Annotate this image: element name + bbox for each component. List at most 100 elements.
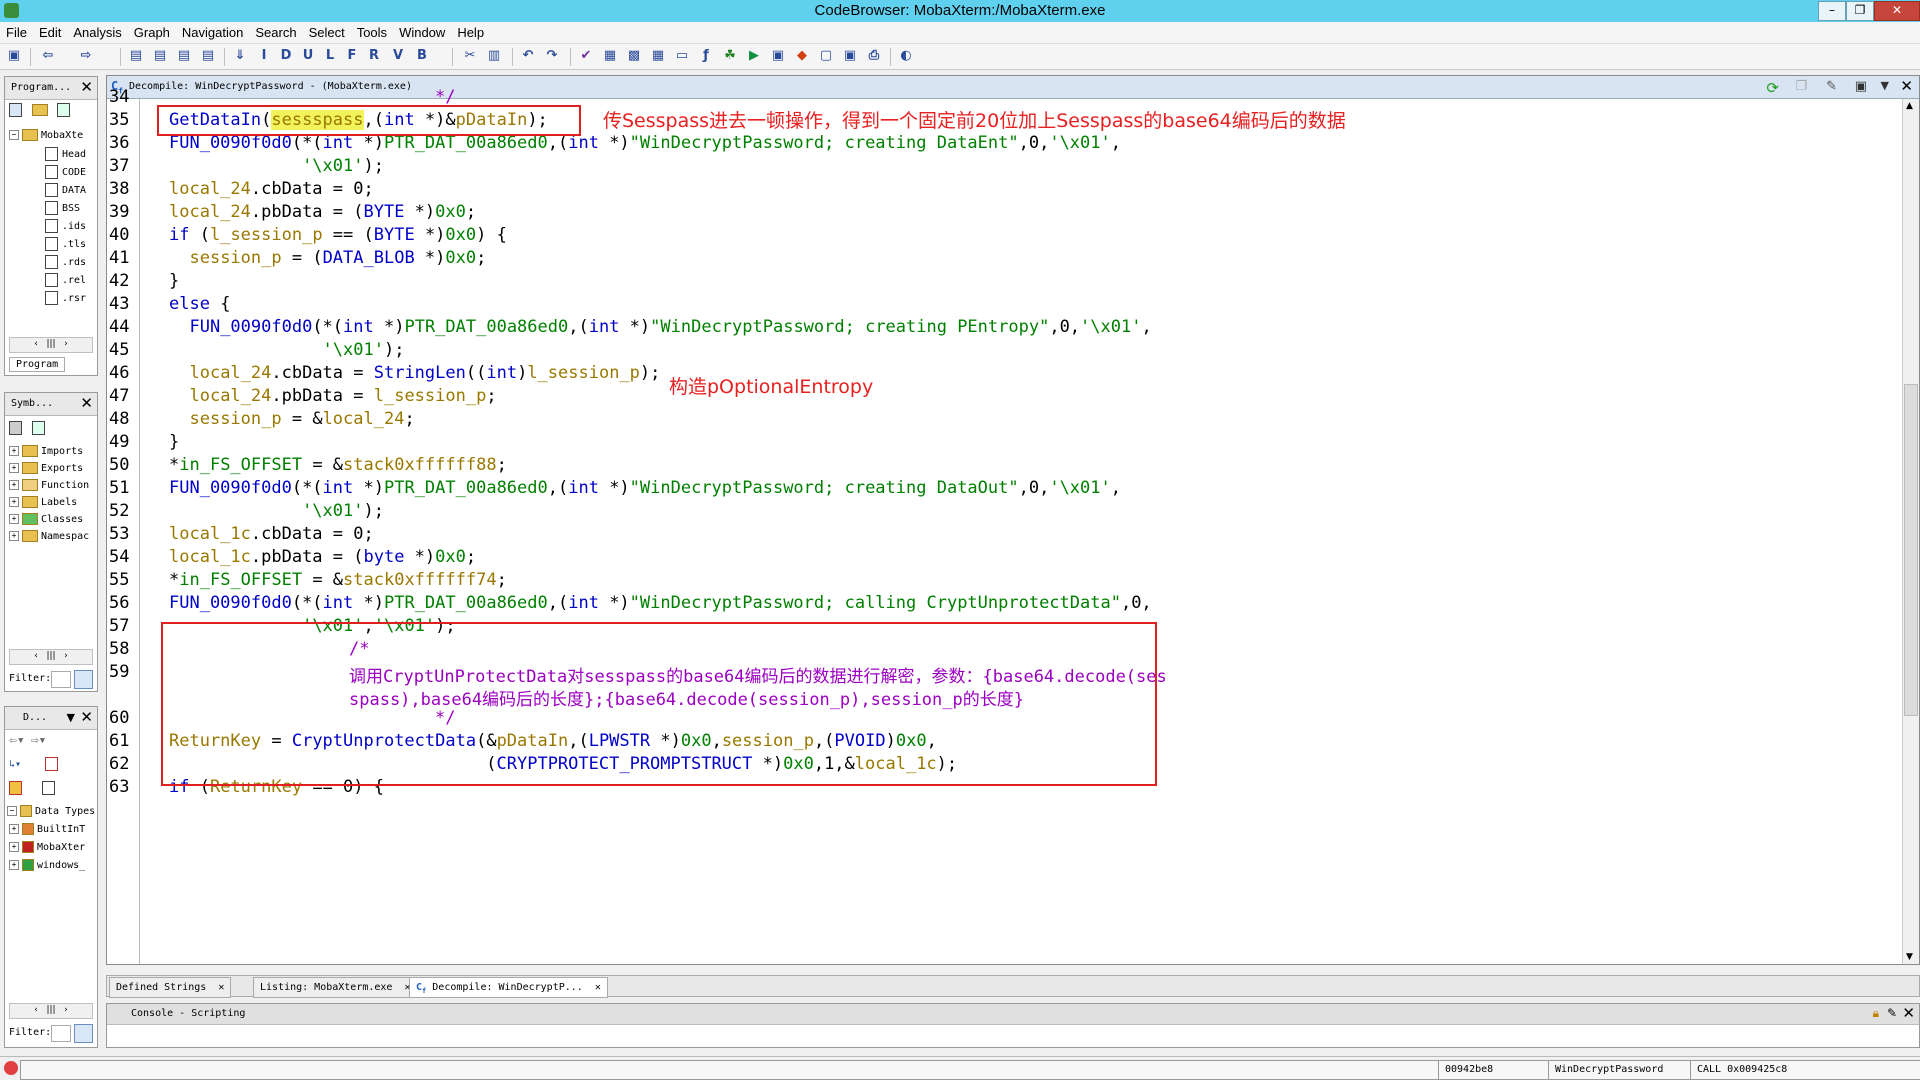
code-line[interactable]: FUN_0090f0d0(*(int *)PTR_DAT_00a86ed0,(i… xyxy=(169,133,1121,153)
cut-icon[interactable]: ✂ xyxy=(462,48,478,64)
undo-icon[interactable]: ↶ xyxy=(520,48,536,64)
tree-item[interactable]: − Data Types xyxy=(7,805,95,817)
filter-icon[interactable] xyxy=(45,757,59,771)
edit-icon[interactable]: ✎ xyxy=(1826,79,1837,94)
tree-item[interactable]: DATA xyxy=(45,183,86,197)
tree-item[interactable]: CODE xyxy=(45,165,86,179)
menu-help[interactable]: Help xyxy=(451,22,490,40)
image-icon[interactable]: ▣ xyxy=(842,48,858,64)
filter-options-icon[interactable] xyxy=(74,1024,93,1043)
code-line[interactable]: local_24.pbData = l_session_p; xyxy=(169,386,496,406)
close-icon[interactable]: ✕ xyxy=(1902,1004,1915,1022)
function-f-icon[interactable]: F xyxy=(344,48,360,64)
menu-search[interactable]: Search xyxy=(249,22,302,40)
filter-input[interactable] xyxy=(51,671,71,688)
bytes-b-icon[interactable]: B xyxy=(414,48,430,64)
window-icon[interactable]: ▦ xyxy=(602,48,618,64)
code-line[interactable]: FUN_0090f0d0(*(int *)PTR_DAT_00a86ed0,(i… xyxy=(169,478,1121,498)
horizontal-scrollbar[interactable]: ‹ ||| › xyxy=(9,649,93,665)
archive-icon[interactable] xyxy=(9,781,22,795)
close-icon[interactable]: ✕ xyxy=(80,709,93,726)
memory-icon[interactable]: ▢ xyxy=(818,48,834,64)
close-icon[interactable]: ✕ xyxy=(80,395,93,412)
forward-arrow-icon[interactable]: ⇨ xyxy=(78,48,94,64)
code-line[interactable]: '\x01'); xyxy=(169,340,405,360)
folder-icon[interactable]: ▭ xyxy=(674,48,690,64)
data-d-icon[interactable]: D xyxy=(278,48,294,64)
graph-icon[interactable]: ▩ xyxy=(626,48,642,64)
label-l-icon[interactable]: L xyxy=(322,48,338,64)
run-icon[interactable]: ▶ xyxy=(746,48,762,64)
restore-button[interactable]: ❐ xyxy=(1846,1,1874,21)
tree-item[interactable]: .rds xyxy=(45,255,86,269)
horizontal-scrollbar[interactable]: ‹ ||| › xyxy=(9,337,93,353)
table-icon[interactable]: ▦ xyxy=(650,48,666,64)
tab-decompile[interactable]: Cf Decompile: WinDecryptP... ✕ xyxy=(409,977,608,998)
tree-item[interactable]: + Function xyxy=(9,479,89,491)
page-icon[interactable]: ▤ xyxy=(152,48,168,64)
tab-defined-strings[interactable]: Defined Strings ✕ xyxy=(109,977,232,998)
tree-icon[interactable]: ☘ xyxy=(722,48,738,64)
tree-item[interactable]: .ids xyxy=(45,219,86,233)
vertical-scrollbar[interactable]: ▲ ▼ xyxy=(1902,99,1919,964)
code-line[interactable]: local_24.pbData = (BYTE *)0x0; xyxy=(169,202,476,222)
collapse-all-icon[interactable] xyxy=(42,781,56,795)
code-line[interactable]: } xyxy=(169,432,179,452)
close-icon[interactable]: ✕ xyxy=(80,79,93,96)
tree-item[interactable]: + Classes xyxy=(9,513,83,525)
tree-item[interactable]: + windows_ xyxy=(9,859,85,871)
code-line[interactable]: } xyxy=(169,271,179,291)
code-line[interactable]: '\x01'); xyxy=(169,156,384,176)
horizontal-scrollbar[interactable]: ‹ ||| › xyxy=(9,1003,93,1019)
code-line[interactable]: local_1c.pbData = (byte *)0x0; xyxy=(169,547,476,567)
printer-icon[interactable]: ⎙ xyxy=(866,48,882,64)
code-line[interactable]: session_p = (DATA_BLOB *)0x0; xyxy=(169,248,486,268)
copy-icon[interactable]: ❐ xyxy=(1795,79,1807,94)
dropdown-icon[interactable]: ▼ xyxy=(67,709,75,726)
reference-r-icon[interactable]: R xyxy=(366,48,382,64)
tree-icon[interactable] xyxy=(32,421,46,435)
redo-icon[interactable]: ↷ xyxy=(544,48,560,64)
code-line[interactable]: *in_FS_OFFSET = &stack0xffffff88; xyxy=(169,455,507,475)
code-line[interactable]: '\x01'); xyxy=(169,501,384,521)
menu-graph[interactable]: Graph xyxy=(128,22,176,40)
code-line[interactable]: local_24.cbData = 0; xyxy=(169,179,374,199)
clear-icon[interactable]: ✎ xyxy=(1887,1006,1897,1020)
code-line[interactable]: local_24.cbData = StringLen((int)l_sessi… xyxy=(169,363,660,383)
tree-item[interactable]: BSS xyxy=(45,201,80,215)
tree-item[interactable]: + Exports xyxy=(9,462,83,474)
dropdown-icon[interactable]: ▼ xyxy=(1881,79,1889,92)
code-line[interactable]: if (l_session_p == (BYTE *)0x0) { xyxy=(169,225,507,245)
check-icon[interactable]: ✔ xyxy=(578,48,594,64)
tree-item[interactable]: + Namespac xyxy=(9,530,89,542)
code-line[interactable]: local_1c.cbData = 0; xyxy=(169,524,374,544)
diamond-icon[interactable]: ◆ xyxy=(794,48,810,64)
down-arrow-icon[interactable]: ⇓ xyxy=(232,48,248,64)
tree-item[interactable]: .tls xyxy=(45,237,86,251)
tree-root[interactable]: − MobaXte xyxy=(9,129,83,141)
error-icon[interactable] xyxy=(4,1061,18,1075)
new-icon[interactable] xyxy=(9,421,22,435)
back-arrow-icon[interactable]: ⇦ xyxy=(40,48,56,64)
code-line[interactable]: session_p = &local_24; xyxy=(169,409,414,429)
code-line[interactable]: else { xyxy=(169,294,230,314)
filter-options-icon[interactable] xyxy=(74,670,93,689)
paste-icon[interactable]: ▥ xyxy=(486,48,502,64)
save-icon[interactable]: ▣ xyxy=(6,48,22,64)
folder-icon[interactable] xyxy=(32,104,49,116)
help-icon[interactable]: ◐ xyxy=(898,48,914,64)
tree-item[interactable]: + Imports xyxy=(9,445,83,457)
close-button[interactable]: ✕ xyxy=(1874,1,1920,21)
menu-tools[interactable]: Tools xyxy=(351,22,393,40)
tree-icon[interactable] xyxy=(57,103,71,117)
tree-item[interactable]: .rsr xyxy=(45,291,86,305)
arrow-icon[interactable]: ↳▾ xyxy=(9,759,21,770)
code-line[interactable]: FUN_0090f0d0(*(int *)PTR_DAT_00a86ed0,(i… xyxy=(169,317,1151,337)
minimize-button[interactable]: – xyxy=(1818,1,1846,21)
value-v-icon[interactable]: V xyxy=(390,48,406,64)
code-line[interactable]: FUN_0090f0d0(*(int *)PTR_DAT_00a86ed0,(i… xyxy=(169,593,1152,613)
menu-navigation[interactable]: Navigation xyxy=(176,22,249,40)
tree-icon[interactable] xyxy=(9,103,22,117)
menu-file[interactable]: File xyxy=(0,22,33,40)
back-arrow-icon[interactable]: ⇦▾ xyxy=(9,733,25,748)
